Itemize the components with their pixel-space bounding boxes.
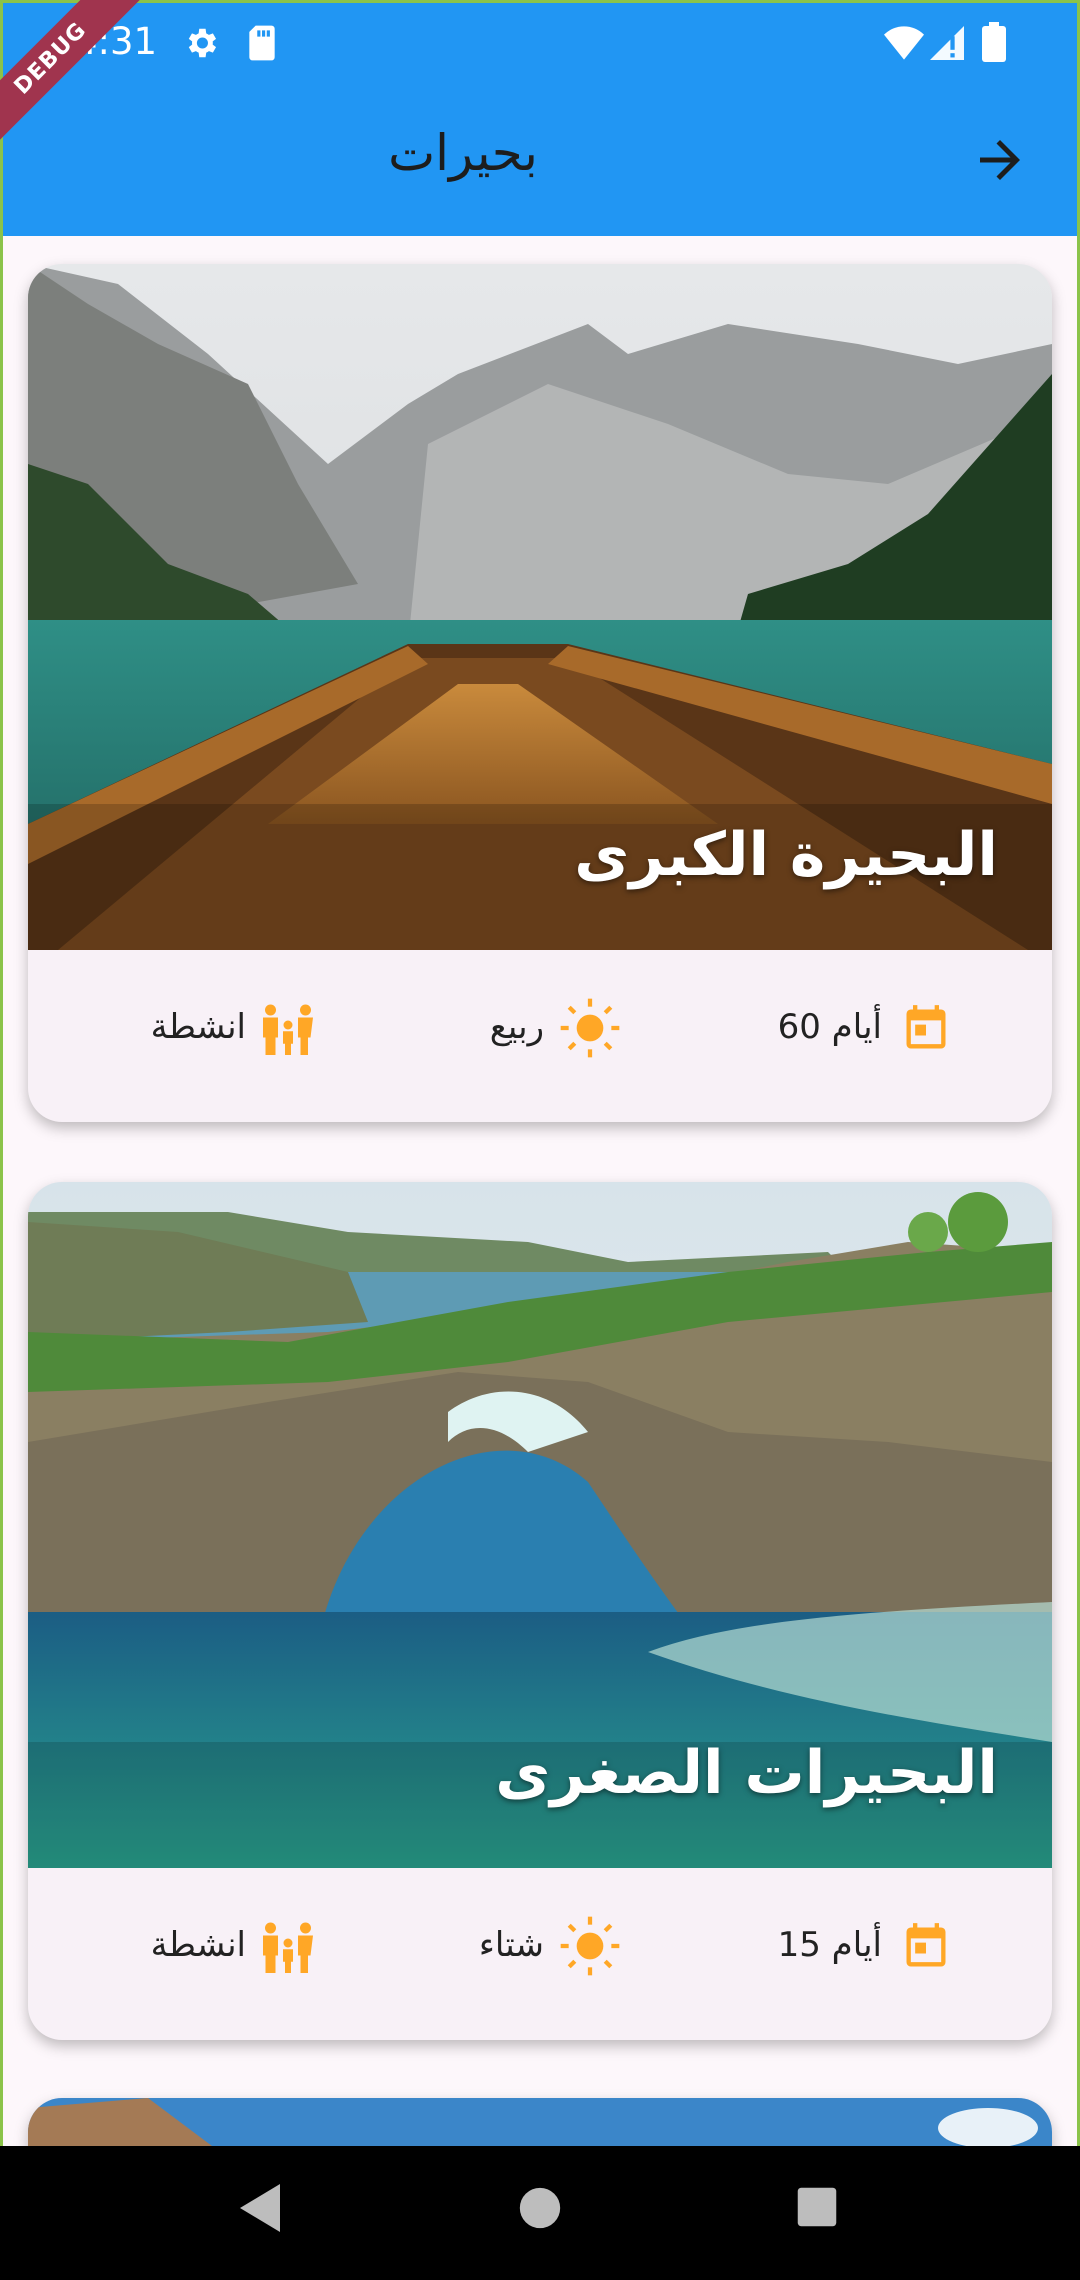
- duration-info: 15 أيام: [740, 1868, 980, 2040]
- activities-label: انشطة: [150, 1925, 246, 1965]
- back-arrow-button[interactable]: [970, 130, 1030, 190]
- activities-info: انشطة: [150, 1868, 350, 2040]
- page-title: بحيرات: [388, 124, 538, 182]
- duration-label: 60 أيام: [777, 1007, 882, 1047]
- duration-label: 15 أيام: [777, 1925, 882, 1965]
- lake-card[interactable]: البحيرة الكبرى 60 أيام ربيع انشطة: [28, 264, 1052, 1122]
- square-recents-icon: [797, 2187, 837, 2227]
- system-navigation-bar: [0, 2146, 1080, 2280]
- arrow-forward-icon: [980, 140, 1020, 180]
- calendar-icon: [906, 1923, 946, 1967]
- card-title: البحيرة الكبرى: [574, 820, 998, 890]
- status-bar: 4:31: [0, 0, 1080, 88]
- lake-card[interactable]: البحيرات الصغرى 15 أيام شتاء انشطة: [28, 1182, 1052, 2040]
- season-label: ربيع: [489, 1007, 544, 1047]
- sun-icon: [560, 998, 620, 1058]
- season-info: ربيع: [448, 950, 648, 1122]
- nav-back-button[interactable]: [236, 2182, 284, 2238]
- card-title: البحيرات الصغرى: [495, 1738, 998, 1808]
- card-info-row: 15 أيام شتاء انشطة: [28, 1868, 1052, 2040]
- duration-info: 60 أيام: [740, 950, 980, 1122]
- activities-label: انشطة: [150, 1007, 246, 1047]
- nav-recents-button[interactable]: [796, 2186, 838, 2232]
- triangle-back-icon: [240, 2184, 280, 2232]
- calendar-icon: [906, 1005, 946, 1049]
- app-bar: 4:31 بحيرات: [0, 0, 1080, 236]
- season-info: شتاء: [448, 1868, 648, 2040]
- sd-card-icon: [246, 24, 278, 66]
- settings-gear-icon: [182, 24, 220, 66]
- card-info-row: 60 أيام ربيع انشطة: [28, 950, 1052, 1122]
- family-icon: [263, 1004, 313, 1055]
- wifi-icon: [884, 26, 924, 64]
- battery-icon: [982, 22, 1006, 66]
- nav-home-button[interactable]: [518, 2186, 562, 2234]
- season-label: شتاء: [478, 1925, 544, 1965]
- activities-info: انشطة: [150, 950, 350, 1122]
- family-icon: [263, 1922, 313, 1973]
- circle-home-icon: [519, 2187, 561, 2229]
- sun-icon: [560, 1916, 620, 1976]
- signal-icon: [930, 26, 964, 64]
